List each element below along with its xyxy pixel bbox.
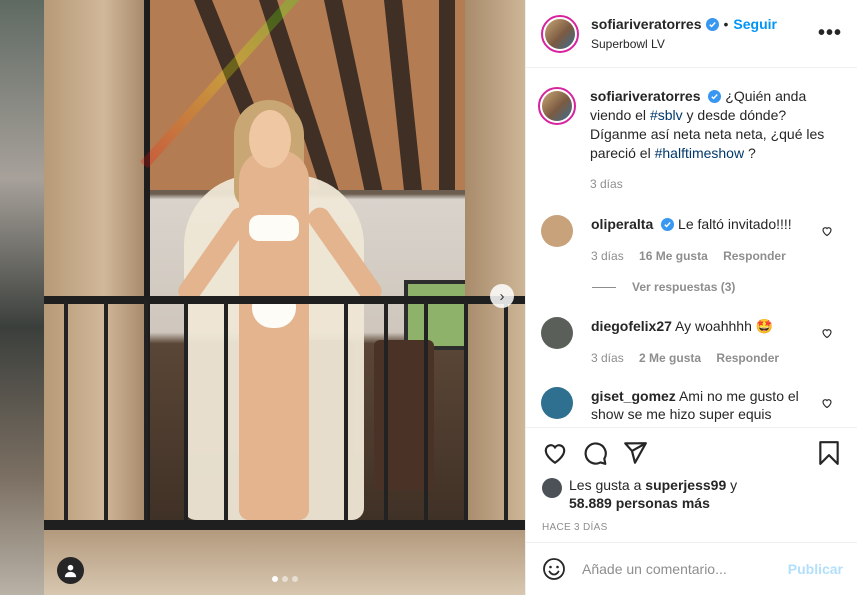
post-location[interactable]: Superbowl LV xyxy=(591,37,818,51)
photo-railing-top xyxy=(44,296,525,304)
like-comment-heart-icon[interactable] xyxy=(821,397,833,409)
caption-avatar[interactable] xyxy=(538,87,576,125)
likes-middle: y xyxy=(726,477,738,493)
photo-face xyxy=(249,110,291,168)
author-avatar[interactable] xyxy=(541,14,579,53)
carousel-dot xyxy=(281,576,288,582)
caption-username[interactable]: sofiariveratorres xyxy=(590,88,701,104)
reply-button[interactable]: Responder xyxy=(716,351,779,365)
hashtag-link[interactable]: #sblv xyxy=(650,107,683,123)
save-bookmark-icon[interactable] xyxy=(816,440,842,466)
post-actions: Les gusta a superjess99 y 58.889 persona… xyxy=(526,427,857,533)
like-heart-icon[interactable] xyxy=(542,440,568,466)
background-page xyxy=(0,0,44,595)
liker-username[interactable]: superjess99 xyxy=(645,477,726,493)
photo-railing-bar xyxy=(144,300,148,525)
likes-summary: Les gusta a superjess99 y 58.889 persona… xyxy=(542,476,842,512)
commenter-username[interactable]: giset_gomez xyxy=(591,388,676,404)
commenter-username[interactable]: oliperalta xyxy=(591,216,653,232)
photo-railing-bar xyxy=(424,300,428,525)
comment-item: giset_gomez Ami no me gusto el show se m… xyxy=(526,387,857,423)
comment-item: oliperalta Le faltó invitado!!!! 3 días … xyxy=(526,215,857,265)
like-comment-heart-icon[interactable] xyxy=(821,225,833,237)
post-header: sofiariveratorres • Seguir Superbowl LV … xyxy=(526,0,857,68)
verified-badge-icon xyxy=(708,90,722,103)
liker-avatar[interactable] xyxy=(542,478,562,498)
carousel-dot xyxy=(291,576,298,582)
caption-text-3: ? xyxy=(744,145,756,161)
hashtag-link[interactable]: #halftimeshow xyxy=(655,145,745,161)
post-timestamp[interactable]: HACE 3 DÍAS xyxy=(542,522,842,533)
follow-button[interactable]: Seguir xyxy=(733,16,777,32)
likes-count-button[interactable]: 58.889 personas más xyxy=(569,495,710,511)
add-comment-bar: Publicar xyxy=(526,542,857,595)
carousel-indicator xyxy=(44,576,525,582)
comment-bubble-icon[interactable] xyxy=(582,440,608,466)
photo-railing-bar xyxy=(464,300,468,525)
comment-text: Ay woahhhh 🤩 xyxy=(675,318,774,334)
verified-badge-icon xyxy=(705,17,719,31)
next-slide-button[interactable]: › xyxy=(490,284,514,308)
likes-prefix: Les gusta a xyxy=(569,477,646,493)
share-paper-plane-icon[interactable] xyxy=(622,440,648,466)
photo-railing-bar xyxy=(384,300,388,525)
view-replies-label: Ver respuestas (3) xyxy=(632,280,736,294)
comment-text: Le faltó invitado!!!! xyxy=(678,216,792,232)
commenter-avatar[interactable] xyxy=(541,215,573,247)
separator-dot: • xyxy=(723,16,729,32)
comment-age[interactable]: 3 días xyxy=(591,249,624,263)
reply-button[interactable]: Responder xyxy=(723,249,786,263)
caption-age[interactable]: 3 días xyxy=(590,177,623,191)
commenter-username[interactable]: diegofelix27 xyxy=(591,318,672,334)
photo-person xyxy=(239,150,309,520)
photo-top xyxy=(249,215,299,241)
verified-badge-icon xyxy=(661,218,675,231)
comment-likes[interactable]: 16 Me gusta xyxy=(639,249,708,263)
post-photo[interactable]: › xyxy=(44,0,525,595)
emoji-icon[interactable] xyxy=(542,557,566,581)
photo-railing-bar xyxy=(104,300,108,525)
comment-age[interactable]: 3 días xyxy=(591,351,624,365)
photo-railing-bar xyxy=(344,300,348,525)
photo-railing-bar xyxy=(184,300,188,525)
photo-floor xyxy=(44,530,525,595)
post-modal: › sofiariveratorres • Seguir Superbowl L… xyxy=(44,0,857,595)
commenter-avatar[interactable] xyxy=(541,387,573,419)
post-sidebar: sofiariveratorres • Seguir Superbowl LV … xyxy=(525,0,857,595)
comment-likes[interactable]: 2 Me gusta xyxy=(639,351,701,365)
photo-railing-bar xyxy=(64,300,68,525)
commenter-avatar[interactable] xyxy=(541,317,573,349)
more-options-icon[interactable]: ••• xyxy=(818,22,842,45)
photo-railing-bottom xyxy=(44,520,525,530)
like-comment-heart-icon[interactable] xyxy=(821,327,833,339)
comment-input[interactable] xyxy=(582,561,788,577)
photo-railing-bar xyxy=(504,300,508,525)
comments-list[interactable]: sofiariveratorres ¿Quién anda viendo el … xyxy=(526,69,857,427)
post-caption: sofiariveratorres ¿Quién anda viendo el … xyxy=(526,69,857,194)
author-username[interactable]: sofiariveratorres xyxy=(591,16,702,32)
photo-railing-bar xyxy=(224,300,228,525)
comment-item: diegofelix27 Ay woahhhh 🤩 3 días 2 Me gu… xyxy=(526,317,857,367)
carousel-dot xyxy=(271,576,278,582)
view-replies-button[interactable]: Ver respuestas (3) xyxy=(592,280,857,294)
publish-button[interactable]: Publicar xyxy=(788,561,843,577)
